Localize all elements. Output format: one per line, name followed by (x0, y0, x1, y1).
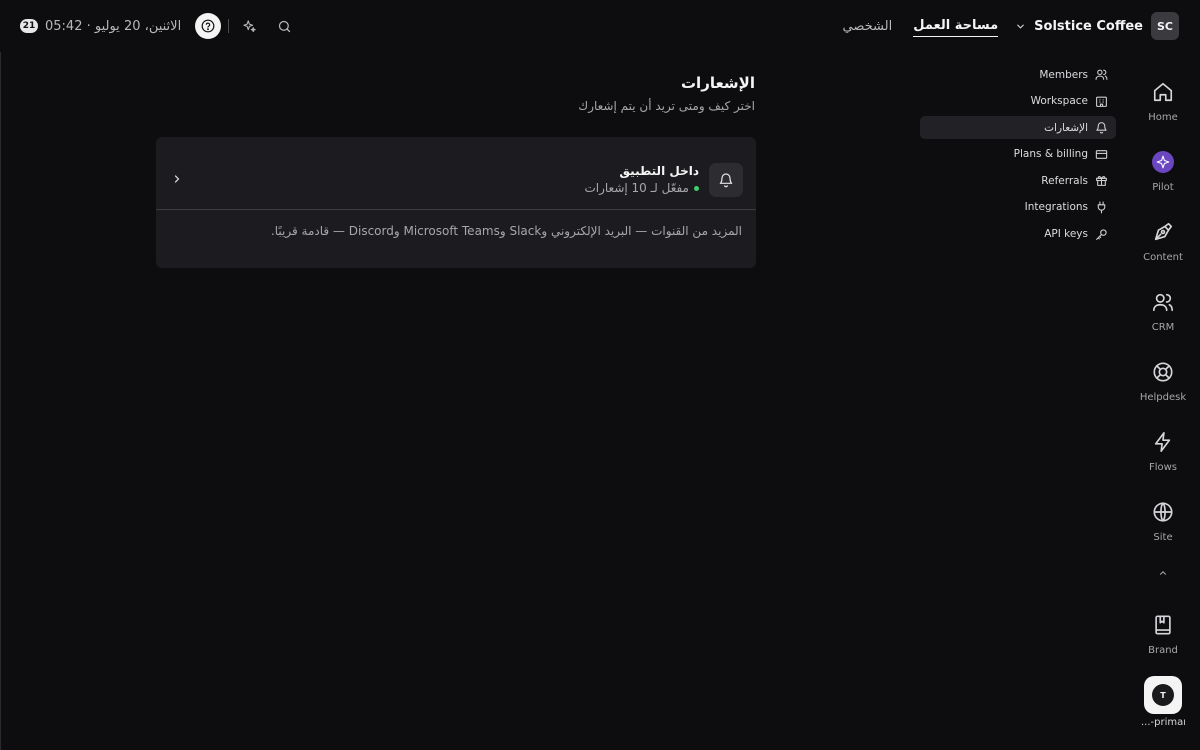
sidebar-label: Home (1148, 112, 1178, 123)
help-button[interactable] (195, 13, 222, 39)
sidebar-item-brand[interactable]: Brand (1126, 613, 1200, 656)
pen-icon (1151, 220, 1175, 244)
page-title: الإشعارات (680, 74, 755, 92)
page-subtitle: اختر كيف ومتى تريد أن يتم إشعارك (578, 99, 755, 113)
in-app-notifications-row[interactable]: داخل التطبيق مفعّل لـ 10 إشعارات (156, 137, 756, 210)
sidebar-label: Content (1143, 252, 1183, 263)
date-time: الاثنين، 20 يوليو · 05:42 (45, 18, 182, 34)
ai-assistant-button[interactable] (236, 13, 262, 39)
workspace-dropdown[interactable] (1014, 20, 1026, 32)
sidebar-item-flows[interactable]: Flows (1126, 430, 1200, 473)
building-icon (1094, 94, 1108, 108)
toolbar-divider (228, 19, 230, 33)
nav-label: API keys (1044, 228, 1088, 241)
workspace-avatar[interactable]: SC (1151, 12, 1179, 40)
workspace-name[interactable]: Solstice Coffee (1034, 19, 1143, 34)
search-button[interactable] (271, 13, 297, 39)
notification-channels-card: داخل التطبيق مفعّل لـ 10 إشعارات المزيد … (156, 137, 756, 268)
sidebar-label: Brand (1148, 645, 1178, 656)
pilot-icon (1151, 150, 1175, 174)
key-icon (1094, 227, 1108, 241)
workspace-switcher-avatar: T (1152, 684, 1174, 706)
settings-nav-referrals[interactable]: Referrals (920, 169, 1116, 192)
gift-icon (1094, 174, 1108, 188)
settings-nav-api-keys[interactable]: API keys (920, 223, 1116, 246)
top-bar-right: الشخصي مساحة العمل Solstice Coffee SC (843, 12, 1179, 40)
bell-icon (1094, 121, 1108, 135)
nav-label: الإشعارات (1044, 121, 1088, 134)
globe-icon (1151, 500, 1175, 524)
sidebar-item-pilot[interactable]: Pilot (1126, 150, 1200, 193)
left-edge-divider (0, 52, 1, 750)
top-bar: 21 الاثنين، 20 يوليو · 05:42 الشخصي مساح… (0, 0, 1200, 52)
bell-icon (719, 173, 733, 188)
sidebar-item-crm[interactable]: CRM (1126, 290, 1200, 333)
sidebar-label: Flows (1148, 462, 1178, 473)
more-channels-note: المزيد من القنوات — البريد الإلكتروني وS… (270, 224, 742, 238)
search-icon (278, 20, 290, 32)
sidebar-item-site[interactable]: Site (1126, 500, 1200, 543)
open-channel-button[interactable] (170, 172, 184, 186)
sidebar-label: Helpdesk (1139, 392, 1187, 403)
members-icon (1094, 68, 1108, 82)
top-bar-left: 21 الاثنين، 20 يوليو · 05:42 (20, 13, 297, 39)
channel-status-text: مفعّل لـ 10 إشعارات (584, 181, 689, 195)
chevron-up-icon (1159, 571, 1167, 575)
app-root: 21 الاثنين، 20 يوليو · 05:42 الشخصي مساح… (0, 0, 1200, 750)
sidebar-item-content[interactable]: Content (1126, 220, 1200, 263)
sidebar-label: Site (1153, 532, 1173, 543)
tab-personal[interactable]: الشخصي (843, 19, 893, 34)
date-badge: 21 (20, 19, 38, 33)
settings-nav-workspace[interactable]: Workspace (920, 90, 1116, 113)
settings-nav-plans-billing[interactable]: Plans & billing (920, 143, 1116, 166)
book-icon (1151, 613, 1175, 637)
lightning-icon (1151, 430, 1175, 454)
nav-label: Workspace (1030, 95, 1088, 108)
in-app-channel-badge (709, 163, 743, 197)
users-icon (1151, 290, 1175, 314)
credit-card-icon (1094, 147, 1108, 161)
nav-label: Referrals (1041, 174, 1088, 187)
chevron-left-icon (174, 175, 180, 183)
settings-nav-notifications[interactable]: الإشعارات (920, 116, 1116, 140)
channel-title: داخل التطبيق (619, 164, 699, 178)
channel-status: مفعّل لـ 10 إشعارات (584, 181, 699, 195)
workspace-switcher-button[interactable]: T (1144, 676, 1182, 714)
sidebar-item-home[interactable]: Home (1126, 80, 1200, 123)
nav-label: Integrations (1024, 201, 1088, 214)
sidebar-label: Pilot (1152, 182, 1174, 193)
help-circle-icon (201, 19, 215, 33)
chevron-down-icon (1016, 24, 1024, 29)
nav-label: Plans & billing (1013, 148, 1088, 161)
lifebuoy-icon (1151, 360, 1175, 384)
settings-nav: Members Workspace الإشعارات Plans & bill… (920, 63, 1116, 249)
plug-icon (1094, 200, 1108, 214)
settings-nav-integrations[interactable]: Integrations (920, 196, 1116, 219)
sidebar-label: CRM (1151, 322, 1175, 333)
status-dot (694, 185, 699, 191)
nav-label: Members (1039, 68, 1088, 81)
settings-nav-members[interactable]: Members (920, 63, 1116, 86)
main-sidebar: Home Pilot Content CRM Helpdesk Flows Si… (1126, 52, 1200, 750)
tab-workspace[interactable]: مساحة العمل (913, 18, 999, 37)
home-icon (1151, 80, 1175, 104)
sidebar-collapse-button[interactable] (1155, 566, 1171, 580)
workspace-switcher-label: ...-primary (1141, 717, 1185, 728)
sparkle-icon (243, 19, 256, 32)
sidebar-item-helpdesk[interactable]: Helpdesk (1126, 360, 1200, 403)
